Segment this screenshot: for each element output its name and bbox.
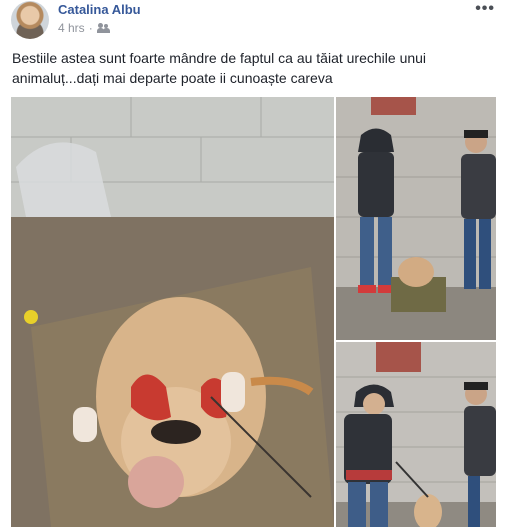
post-timestamp[interactable]: 4 hrs — [58, 21, 85, 35]
avatar[interactable] — [11, 1, 49, 39]
post-text: Bestiile astea sunt foarte mândre de fap… — [12, 50, 427, 86]
post-photo-bottom-right[interactable] — [336, 342, 496, 527]
more-options-icon[interactable]: ••• — [475, 0, 495, 18]
friends-icon[interactable] — [96, 23, 111, 33]
post-photo-top-right[interactable] — [336, 97, 496, 340]
post-meta: 4 hrs · — [58, 21, 111, 35]
feed-post: Catalina Albu 4 hrs · ••• Bestiile astea… — [0, 0, 505, 527]
author-name-link[interactable]: Catalina Albu — [58, 2, 141, 17]
meta-separator: · — [88, 21, 93, 35]
men-photo-graphic-2 — [336, 342, 496, 527]
post-photo-main[interactable] — [11, 97, 334, 527]
dog-photo-graphic — [11, 97, 334, 527]
men-photo-graphic-1 — [336, 97, 496, 340]
